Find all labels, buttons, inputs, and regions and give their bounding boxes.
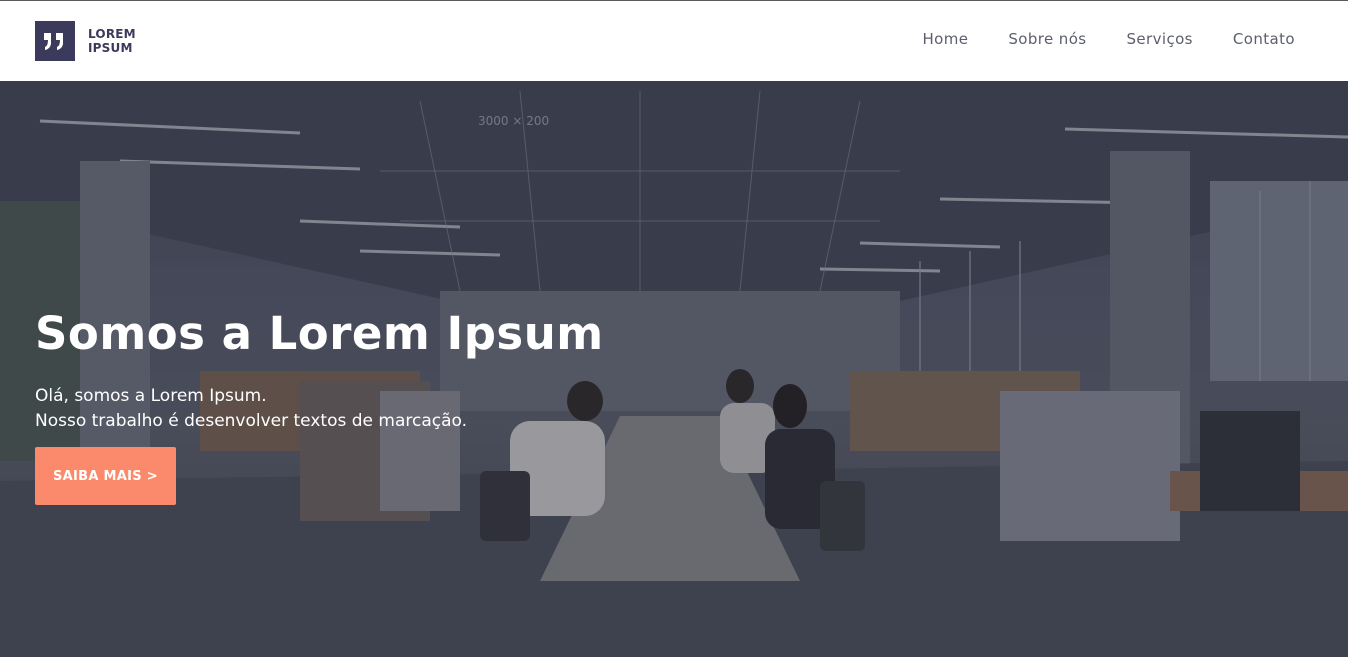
site-header: LOREM IPSUM Home Sobre nós Serviços Cont… (0, 1, 1348, 81)
nav-sobre-nos[interactable]: Sobre nós (1008, 30, 1086, 48)
main-nav: Home Sobre nós Serviços Contato (922, 30, 1295, 48)
hero-subtitle-line-1: Olá, somos a Lorem Ipsum. (35, 386, 267, 406)
nav-home[interactable]: Home (922, 30, 968, 48)
hero-subtitle: Olá, somos a Lorem Ipsum. Nosso trabalho… (35, 384, 467, 434)
nav-servicos[interactable]: Serviços (1127, 30, 1193, 48)
quote-icon (35, 21, 75, 61)
nav-contato[interactable]: Contato (1233, 30, 1295, 48)
logo-line-2: IPSUM (88, 41, 133, 55)
saiba-mais-button[interactable]: SAIBA MAIS > (35, 447, 176, 505)
hero-overlay (0, 81, 1348, 657)
hero-title: Somos a Lorem Ipsum (35, 307, 604, 360)
logo[interactable]: LOREM IPSUM (35, 21, 136, 61)
logo-text: LOREM IPSUM (88, 27, 136, 55)
hero-section: 3000 × 200 Somos a Lorem Ipsum Olá, somo… (0, 81, 1348, 657)
logo-line-1: LOREM (88, 27, 136, 41)
hero-subtitle-line-2: Nosso trabalho é desenvolver textos de m… (35, 411, 468, 431)
